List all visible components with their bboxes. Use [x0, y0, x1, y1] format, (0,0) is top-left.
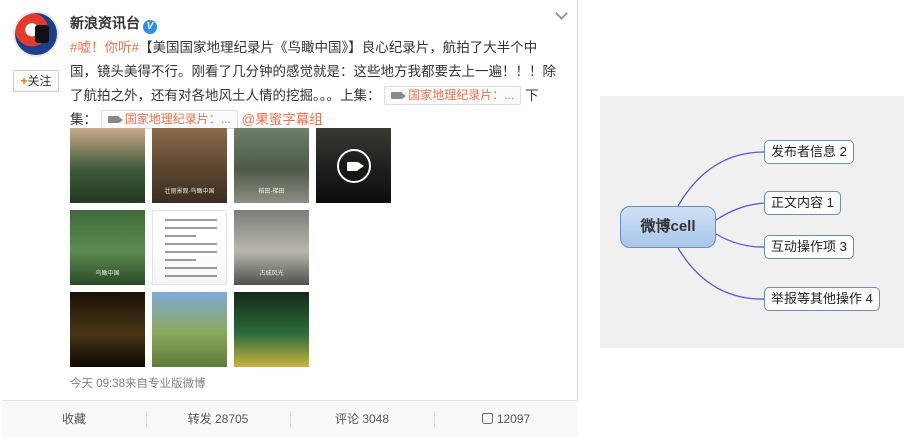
username[interactable]: 新浪资讯台 V	[70, 13, 157, 34]
video-camera-icon	[107, 116, 123, 123]
video-camera-icon	[391, 92, 407, 99]
image-thumbnail[interactable]	[234, 292, 309, 367]
mention-link[interactable]: @果蜜字幕组	[242, 112, 323, 127]
thumbnail-caption: 壮丽景观·鸟瞰中国	[164, 189, 215, 195]
like-button[interactable]: 12097	[434, 401, 578, 437]
image-thumbnail[interactable]	[152, 292, 227, 367]
mindmap-panel: 微博cell 发布者信息 2 正文内容 1 互动操作项 3 举报等其他操作 4	[600, 96, 904, 348]
mindmap-node-report[interactable]: 举报等其他操作 4	[764, 287, 880, 311]
video-link-part1[interactable]: 国家地理纪录片：...	[384, 86, 522, 105]
mindmap-node-publisher[interactable]: 发布者信息 2	[764, 140, 854, 164]
repost-button[interactable]: 转发 28705	[146, 401, 290, 437]
thumbs-up-icon	[481, 413, 493, 424]
mindmap-root-node[interactable]: 微博cell	[620, 206, 716, 248]
image-thumbnail[interactable]	[70, 128, 145, 203]
avatar[interactable]	[13, 11, 59, 57]
image-thumbnail[interactable]: 壮丽景观·鸟瞰中国	[152, 128, 227, 203]
follow-button[interactable]: +关注	[13, 70, 59, 92]
video-link-part2[interactable]: 国家地理纪录片：...	[100, 110, 238, 129]
topic-link[interactable]: #嘘！你听#	[70, 40, 139, 55]
image-thumbnail[interactable]: 古城风光	[234, 210, 309, 285]
post-meta: 今天 09:38来自专业版微博	[70, 378, 206, 390]
favorite-button[interactable]: 收藏	[2, 401, 146, 437]
image-thumbnail[interactable]	[152, 210, 227, 285]
thumbnail-caption: 古城风光	[259, 271, 284, 277]
mindmap-node-actions[interactable]: 互动操作项 3	[764, 235, 854, 259]
action-bar: 收藏 转发 28705 评论 3048 12097	[2, 400, 578, 437]
verified-icon: V	[143, 20, 157, 34]
comment-button[interactable]: 评论 3048	[290, 401, 434, 437]
connector-line	[677, 151, 767, 207]
video-play-icon[interactable]	[337, 149, 371, 183]
thumbnail-caption: 稻田·梯田	[258, 189, 285, 195]
document-lines	[165, 219, 217, 283]
mindmap-node-content[interactable]: 正文内容 1	[764, 191, 841, 215]
weibo-card: +关注 新浪资讯台 V #嘘！你听#【美国国家地理纪录片《鸟瞰中国》】良心纪录片，…	[2, 0, 578, 437]
username-text[interactable]: 新浪资讯台	[70, 15, 140, 31]
post-text: #嘘！你听#【美国国家地理纪录片《鸟瞰中国》】良心纪录片，航拍了大半个中国，镜头…	[70, 36, 562, 132]
connector-line	[715, 202, 767, 221]
image-thumbnail[interactable]	[70, 292, 145, 367]
video-thumbnail[interactable]	[316, 128, 391, 203]
connector-line	[715, 233, 767, 248]
connector-line	[677, 247, 767, 300]
chevron-down-icon[interactable]	[554, 6, 570, 22]
thumbnail-caption: 鸟瞰中国	[95, 271, 120, 277]
image-thumbnail[interactable]: 鸟瞰中国	[70, 210, 145, 285]
image-thumbnail[interactable]: 稻田·梯田	[234, 128, 309, 203]
